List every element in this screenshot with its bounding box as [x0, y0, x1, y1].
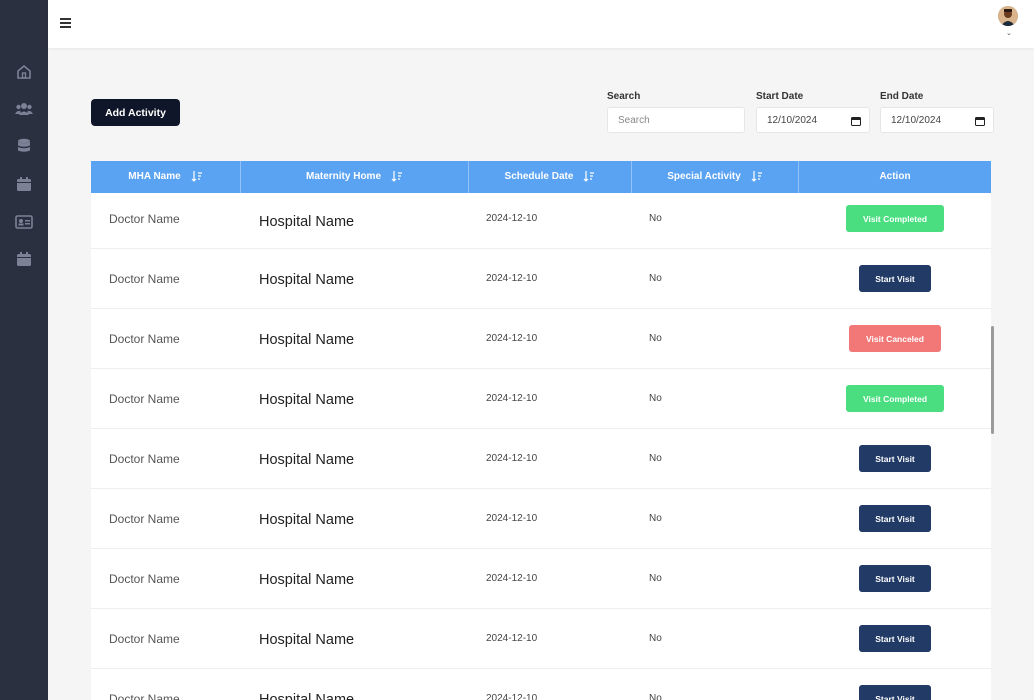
column-header-maternity-home[interactable]: Maternity Home: [241, 161, 469, 193]
mha-name-cell: Doctor Name: [109, 572, 180, 586]
sidebar: [0, 0, 48, 700]
schedule-date-cell: 2024-12-10: [486, 513, 538, 524]
schedule-date-cell: 2024-12-10: [486, 333, 538, 344]
mha-name-cell: Doctor Name: [109, 332, 180, 346]
users-icon[interactable]: [15, 100, 33, 118]
special-activity-cell: No: [649, 393, 662, 404]
schedule-date-cell: 2024-12-10: [486, 453, 538, 464]
start-date-value: 12/10/2024: [767, 114, 818, 126]
maternity-home-cell: Hospital Name: [259, 214, 355, 230]
table-row: Doctor Name Hospital Name 2024-12-10 No Star…: [91, 429, 991, 489]
start-visit-button[interactable]: Start Visit: [859, 445, 931, 472]
add-activity-button[interactable]: Add Activity: [91, 99, 180, 126]
schedule-date-cell: 2024-12-10: [486, 573, 538, 584]
scrollbar-thumb[interactable]: [991, 326, 994, 434]
special-activity-cell: No: [649, 573, 662, 584]
column-header-schedule-date[interactable]: Schedule Date: [469, 161, 632, 193]
schedule-date-cell: 2024-12-10: [486, 393, 538, 404]
start-visit-button[interactable]: Start Visit: [859, 505, 931, 532]
calendar-alt-icon[interactable]: [15, 250, 33, 268]
special-activity-cell: No: [649, 453, 662, 464]
calendar-picker-icon[interactable]: [851, 116, 861, 126]
mha-name-cell: Doctor Name: [109, 272, 180, 286]
table-header: MHA Name Maternity Home Schedule Date Sp…: [91, 161, 991, 193]
special-activity-cell: No: [649, 513, 662, 524]
calendar-picker-icon[interactable]: [975, 116, 985, 126]
special-activity-cell: No: [649, 693, 662, 700]
chevron-down-icon[interactable]: ⌄: [1006, 30, 1012, 37]
maternity-home-cell: Hospital Name: [259, 572, 355, 588]
calendar-icon[interactable]: [15, 175, 33, 193]
schedule-date-cell: 2024-12-10: [486, 633, 538, 644]
home-icon[interactable]: [15, 63, 33, 81]
schedule-date-cell: 2024-12-10: [486, 213, 538, 224]
table-row: Doctor Name Hospital Name 2024-12-10 No Visi…: [91, 193, 991, 249]
activity-table: MHA Name Maternity Home Schedule Date Sp…: [91, 161, 991, 700]
visit-completed-button[interactable]: Visit Completed: [846, 205, 944, 232]
schedule-date-cell: 2024-12-10: [486, 273, 538, 284]
column-header-special-activity[interactable]: Special Activity: [632, 161, 799, 193]
mha-name-cell: Doctor Name: [109, 212, 180, 226]
maternity-home-cell: Hospital Name: [259, 392, 355, 408]
column-header-mha[interactable]: MHA Name: [91, 161, 241, 193]
maternity-home-cell: Hospital Name: [259, 512, 355, 528]
end-date-field[interactable]: 12/10/2024: [880, 107, 994, 133]
table-row: Doctor Name Hospital Name 2024-12-10 No Visi…: [91, 369, 991, 429]
search-label: Search: [607, 91, 641, 102]
mha-name-cell: Doctor Name: [109, 392, 180, 406]
maternity-home-cell: Hospital Name: [259, 332, 355, 348]
table-row: Doctor Name Hospital Name 2024-12-10 No Star…: [91, 609, 991, 669]
start-visit-button[interactable]: Start Visit: [859, 565, 931, 592]
database-icon[interactable]: [15, 137, 33, 155]
visit-completed-button[interactable]: Visit Completed: [846, 385, 944, 412]
table-body: Doctor Name Hospital Name 2024-12-10 No Visi…: [91, 193, 991, 700]
start-date-field[interactable]: 12/10/2024: [756, 107, 870, 133]
sort-icon[interactable]: [191, 170, 203, 183]
start-visit-button[interactable]: Start Visit: [859, 625, 931, 652]
table-row: Doctor Name Hospital Name 2024-12-10 No Star…: [91, 489, 991, 549]
table-row: Doctor Name Hospital Name 2024-12-10 No Star…: [91, 549, 991, 609]
table-row: Doctor Name Hospital Name 2024-12-10 No Star…: [91, 249, 991, 309]
special-activity-cell: No: [649, 333, 662, 344]
hamburger-icon[interactable]: [60, 18, 71, 28]
end-date-label: End Date: [880, 91, 924, 102]
table-row: Doctor Name Hospital Name 2024-12-10 No Star…: [91, 669, 991, 700]
end-date-value: 12/10/2024: [891, 114, 942, 126]
mha-name-cell: Doctor Name: [109, 452, 180, 466]
start-visit-button[interactable]: Start Visit: [859, 685, 931, 700]
sort-icon[interactable]: [751, 170, 763, 183]
id-card-icon[interactable]: [15, 213, 33, 231]
avatar[interactable]: [998, 6, 1018, 26]
column-header-action: Action: [879, 171, 911, 182]
maternity-home-cell: Hospital Name: [259, 452, 355, 468]
special-activity-cell: No: [649, 633, 662, 644]
special-activity-cell: No: [649, 213, 662, 224]
schedule-date-cell: 2024-12-10: [486, 693, 538, 700]
sort-icon[interactable]: [391, 170, 403, 183]
search-input[interactable]: Search: [607, 107, 745, 133]
mha-name-cell: Doctor Name: [109, 692, 180, 700]
start-visit-button[interactable]: Start Visit: [859, 265, 931, 292]
maternity-home-cell: Hospital Name: [259, 692, 355, 700]
top-bar: ⌄: [48, 0, 1034, 48]
maternity-home-cell: Hospital Name: [259, 272, 355, 288]
table-row: Doctor Name Hospital Name 2024-12-10 No Visi…: [91, 309, 991, 369]
visit-canceled-button[interactable]: Visit Canceled: [849, 325, 941, 352]
maternity-home-cell: Hospital Name: [259, 632, 355, 648]
start-date-label: Start Date: [756, 91, 804, 102]
mha-name-cell: Doctor Name: [109, 512, 180, 526]
sort-icon[interactable]: [583, 170, 595, 183]
mha-name-cell: Doctor Name: [109, 632, 180, 646]
special-activity-cell: No: [649, 273, 662, 284]
